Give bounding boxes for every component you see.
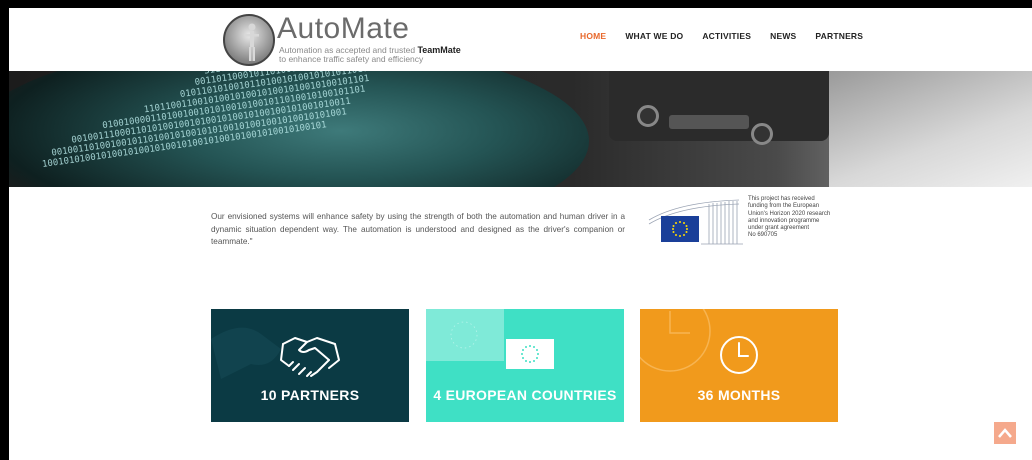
site-header: AutoMate Automation as accepted and trus… — [9, 8, 1032, 71]
nav-item-what-we-do[interactable]: WHAT WE DO — [625, 31, 683, 41]
vitruvian-figure-icon — [245, 23, 259, 61]
hero-image: 0100100110100101101 10100101100101001011… — [9, 71, 1032, 187]
hero-knob-graphic — [751, 123, 773, 145]
logo-tagline-bold: TeamMate — [417, 45, 461, 55]
eu-commission-logo — [639, 198, 743, 246]
tile-countries[interactable]: 4 EUROPEAN COUNTRIES — [426, 309, 624, 422]
funding-line: No 690705 — [748, 232, 778, 239]
funding-line: funding from the European — [748, 203, 820, 210]
nav-item-home[interactable]: HOME — [580, 31, 606, 41]
funding-line: and innovation programme — [748, 217, 820, 224]
handshake-icon — [211, 327, 340, 379]
site-logo[interactable]: AutoMate Automation as accepted and trus… — [219, 12, 461, 68]
tile-partners-label: 10 PARTNERS — [260, 387, 360, 403]
hero-door-graphic — [829, 71, 1032, 187]
funding-line: under grant agreement — [748, 225, 810, 232]
logo-emblem-icon — [223, 14, 275, 66]
funding-line: Union's Horizon 2020 research — [748, 210, 831, 217]
nav-item-partners[interactable]: PARTNERS — [815, 31, 863, 41]
hero-knob-graphic — [637, 105, 659, 127]
hero-console-buttons-graphic — [669, 115, 749, 129]
tile-months-label: 36 MONTHS — [697, 387, 781, 403]
funding-notice: This project has received funding from t… — [748, 196, 858, 240]
logo-tagline: Automation as accepted and trusted TeamM… — [279, 46, 461, 64]
tile-months[interactable]: 36 MONTHS — [640, 309, 838, 422]
nav-item-news[interactable]: NEWS — [770, 31, 796, 41]
clock-icon — [640, 309, 758, 374]
tile-countries-label: 4 EUROPEAN COUNTRIES — [433, 387, 617, 403]
page: AutoMate Automation as accepted and trus… — [9, 8, 1032, 460]
scroll-to-top-button[interactable] — [994, 422, 1016, 444]
main-nav: HOME WHAT WE DO ACTIVITIES NEWS PARTNERS — [580, 31, 882, 41]
logo-title: AutoMate — [277, 12, 410, 45]
nav-item-activities[interactable]: ACTIVITIES — [702, 31, 751, 41]
tile-partners[interactable]: 10 PARTNERS — [211, 309, 409, 422]
eu-flag-icon — [426, 309, 554, 369]
intro-paragraph: Our envisioned systems will enhance safe… — [211, 212, 625, 246]
logo-tagline-line2: to enhance traffic safety and efficiency — [279, 54, 424, 64]
funding-line: This project has received — [748, 196, 815, 202]
chevron-up-icon — [998, 428, 1012, 438]
eu-flag-icon — [661, 216, 699, 242]
